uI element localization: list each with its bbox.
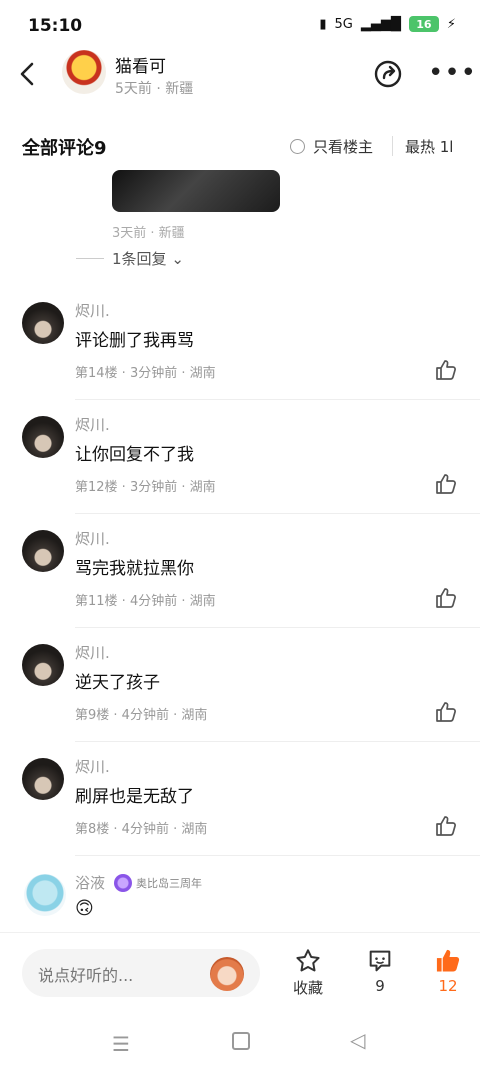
only-host-label: 只看楼主 — [313, 138, 374, 156]
battery-icon: 16 — [408, 16, 439, 32]
emoji-sticker-icon[interactable] — [210, 957, 244, 991]
back-triangle-icon[interactable]: ◁ — [350, 1028, 365, 1052]
list-item: 烬川. 评论删了我再骂 第14楼 · 3分钟前 · 湖南 — [0, 286, 480, 400]
comment-author[interactable]: 浴液 — [75, 872, 105, 893]
reply-count-label: 1条回复 — [112, 250, 167, 268]
avatar[interactable] — [22, 758, 64, 800]
charging-icon: ⚡ — [446, 16, 456, 32]
divider — [392, 136, 393, 156]
avatar[interactable] — [22, 644, 64, 686]
comment-meta: 第12楼 · 3分钟前 · 湖南 — [75, 480, 216, 495]
thumbs-up-icon[interactable] — [434, 358, 458, 382]
comment-input-placeholder: 说点好听的... — [38, 966, 134, 985]
status-time: 15:10 — [28, 16, 83, 36]
avatar[interactable] — [22, 530, 64, 572]
badge-icon — [114, 874, 132, 892]
comment-text[interactable]: 让你回复不了我 — [75, 440, 194, 465]
comment-text[interactable]: 🙃 — [75, 898, 94, 919]
chevron-down-icon: ⌄ — [171, 250, 184, 268]
bottom-action-bar: 说点好听的... 收藏 9 12 — [0, 932, 480, 1013]
author-name[interactable]: 猫看可 — [115, 52, 166, 77]
comment-author[interactable]: 烬川. — [75, 300, 110, 321]
favorite-button[interactable]: 收藏 — [284, 947, 332, 998]
only-host-toggle[interactable]: 只看楼主 — [290, 136, 373, 157]
home-icon[interactable] — [232, 1032, 250, 1050]
comment-meta: 第9楼 · 4分钟前 · 湖南 — [75, 708, 208, 723]
comment-text[interactable]: 刷屏也是无敌了 — [75, 782, 194, 807]
sort-selector[interactable]: 最热 1l — [405, 136, 453, 157]
like-count: 12 — [438, 977, 458, 995]
comment-author[interactable]: 烬川. — [75, 756, 110, 777]
user-badge[interactable]: 奥比岛三周年 — [114, 874, 202, 892]
comment-meta: 第14楼 · 3分钟前 · 湖南 — [75, 366, 216, 381]
comment-author[interactable]: 烬川. — [75, 642, 110, 663]
avatar[interactable] — [24, 874, 66, 916]
comments-toolbar: 全部评论9 只看楼主 最热 1l — [0, 128, 480, 164]
comment-meta: 第11楼 · 4分钟前 · 湖南 — [75, 594, 216, 609]
favorite-label: 收藏 — [292, 979, 323, 997]
more-options-icon[interactable]: ••• — [428, 58, 477, 88]
post-header: 猫看可 5天前 · 新疆 ••• — [0, 50, 480, 100]
comment-meta: 第8楼 · 4分钟前 · 湖南 — [75, 822, 208, 837]
share-icon[interactable] — [372, 58, 404, 90]
thumbs-up-icon[interactable] — [434, 472, 458, 496]
sub-reply-meta: 3天前 · 新疆 — [112, 226, 185, 241]
thumbs-up-icon[interactable] — [434, 814, 458, 838]
comment-button[interactable]: 9 — [356, 947, 404, 995]
comment-icon — [369, 950, 391, 972]
thumbs-up-icon[interactable] — [434, 586, 458, 610]
status-icons: ▮ 5G ▂▄▆█ 16 ⚡ — [319, 16, 456, 32]
reply-divider — [76, 258, 104, 259]
back-icon[interactable] — [18, 60, 46, 90]
comment-text[interactable]: 评论删了我再骂 — [75, 326, 194, 351]
comment-text[interactable]: 骂完我就拉黑你 — [75, 554, 194, 579]
badge-label: 奥比岛三周年 — [136, 877, 202, 890]
menu-icon[interactable]: ☰ — [112, 1032, 130, 1056]
radio-icon[interactable] — [290, 139, 305, 154]
comments-title: 全部评论9 — [22, 138, 107, 159]
comment-image[interactable] — [112, 170, 280, 212]
author-meta: 5天前 · 新疆 — [115, 81, 194, 97]
author-avatar[interactable] — [62, 50, 106, 94]
list-item: 烬川. 骂完我就拉黑你 第11楼 · 4分钟前 · 湖南 — [0, 514, 480, 628]
comment-input[interactable]: 说点好听的... — [22, 949, 260, 997]
expand-replies-button[interactable]: 1条回复 ⌄ — [112, 248, 184, 269]
comment-text[interactable]: 逆天了孩子 — [75, 668, 160, 693]
divider — [75, 855, 480, 856]
network-label: 5G — [334, 16, 353, 32]
list-item: 烬川. 让你回复不了我 第12楼 · 3分钟前 · 湖南 — [0, 400, 480, 514]
signal-icon: ▂▄▆█ — [360, 16, 401, 32]
comment-author[interactable]: 烬川. — [75, 414, 110, 435]
list-item: 烬川. 逆天了孩子 第9楼 · 4分钟前 · 湖南 — [0, 628, 480, 742]
comment-author[interactable]: 烬川. — [75, 528, 110, 549]
star-icon — [296, 949, 320, 972]
list-item: 烬川. 刷屏也是无敌了 第8楼 · 4分钟前 · 湖南 — [0, 742, 480, 856]
list-item: 浴液 奥比岛三周年 🙃 — [0, 868, 480, 928]
avatar[interactable] — [22, 302, 64, 344]
thumbs-up-icon[interactable] — [434, 700, 458, 724]
thumbs-up-icon — [436, 949, 460, 972]
avatar[interactable] — [22, 416, 64, 458]
system-nav-bar: ☰ ◁ — [0, 1012, 480, 1070]
comment-count: 9 — [375, 977, 385, 995]
vibrate-icon: ▮ — [319, 16, 327, 32]
like-button[interactable]: 12 — [424, 947, 472, 995]
status-bar: 15:10 ▮ 5G ▂▄▆█ 16 ⚡ — [0, 0, 480, 50]
